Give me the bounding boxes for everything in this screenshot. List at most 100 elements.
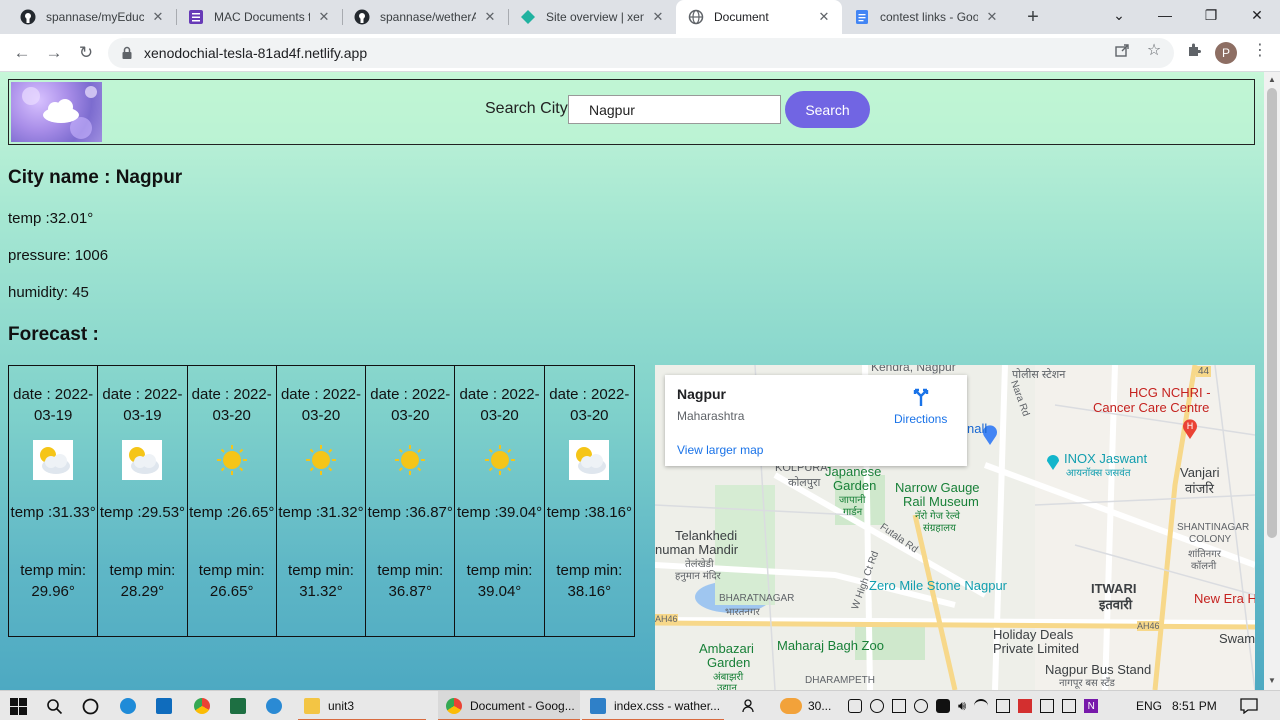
- forecast-date: date : 2022-03-20: [280, 386, 362, 424]
- share-icon[interactable]: [1110, 38, 1134, 62]
- weather-widget[interactable]: 30...: [780, 691, 831, 720]
- page-scrollbar[interactable]: ▲ ▼: [1264, 72, 1280, 690]
- map-label: Cancer Care Centre: [1093, 400, 1210, 415]
- taskbar-item-vscode[interactable]: index.css - wather...: [582, 691, 724, 720]
- forecast-temp: temp :36.87°: [367, 504, 453, 521]
- tab-search-chevron-icon[interactable]: ⌄: [1096, 0, 1142, 30]
- scrollbar-thumb[interactable]: [1267, 88, 1277, 538]
- close-icon[interactable]: ✕: [984, 9, 1000, 25]
- tray-icon[interactable]: [1040, 699, 1055, 713]
- people-icon[interactable]: [742, 691, 758, 720]
- forecast-card: date : 2022-03-20 temp :39.04° temp min:…: [455, 366, 545, 636]
- wifi-icon[interactable]: [974, 699, 989, 713]
- tab-title: spannase/wetherAp: [380, 10, 476, 24]
- scroll-down-arrow-icon[interactable]: ▼: [1268, 676, 1276, 685]
- close-icon[interactable]: ✕: [816, 9, 832, 25]
- speaker-icon[interactable]: 🔊︎: [958, 698, 966, 714]
- system-tray-icons[interactable]: 🔊︎ N: [848, 691, 1106, 720]
- tray-icon[interactable]: [1062, 699, 1077, 713]
- onenote-icon[interactable]: N: [1084, 699, 1099, 713]
- clock-time[interactable]: 8:51 PM: [1172, 691, 1217, 720]
- minimize-button[interactable]: —: [1142, 0, 1188, 30]
- map-label: Ambazari: [699, 641, 754, 656]
- forecast-date: date : 2022-03-19: [13, 386, 94, 424]
- page-viewport: Search City Search City name : Nagpur te…: [0, 72, 1264, 690]
- view-larger-map-link[interactable]: View larger map: [677, 443, 763, 457]
- chrome-icon[interactable]: [194, 691, 218, 720]
- map-label: कॉलनी: [1191, 561, 1217, 572]
- sun-icon: [212, 440, 252, 480]
- directions-icon[interactable]: [911, 387, 931, 407]
- tab-github-wetherapp[interactable]: spannase/wetherAp ✕: [342, 0, 508, 34]
- tray-icon[interactable]: [996, 699, 1011, 713]
- forecast-heading: Forecast :: [8, 324, 99, 345]
- edge-browser-icon[interactable]: [120, 691, 144, 720]
- map-label: संग्रहालय: [923, 523, 956, 534]
- tray-icon[interactable]: [892, 699, 906, 713]
- weather-logo-image: [11, 82, 102, 142]
- map-label: Vanjari: [1180, 465, 1220, 480]
- forecast-card: date : 2022-03-20 temp :36.87° temp min:…: [366, 366, 456, 636]
- windows-start-icon[interactable]: [10, 691, 27, 720]
- map-label: इतवारी: [1099, 597, 1133, 612]
- close-window-button[interactable]: ✕: [1234, 0, 1280, 30]
- notification-icon[interactable]: [1240, 691, 1258, 720]
- profile-avatar[interactable]: P: [1215, 42, 1237, 64]
- forward-arrow-icon[interactable]: →: [42, 41, 66, 65]
- directions-link[interactable]: Directions: [894, 412, 947, 426]
- tab-site-overview[interactable]: Site overview | xenc ✕: [508, 0, 676, 34]
- taskbar-item-label: unit3: [328, 699, 355, 713]
- map-label: BHARATNAGAR: [719, 593, 795, 604]
- close-icon[interactable]: ✕: [316, 9, 332, 25]
- netlify-icon: [520, 9, 536, 25]
- globe-icon: [688, 9, 704, 25]
- extensions-puzzle-icon[interactable]: [1182, 38, 1206, 62]
- scroll-up-arrow-icon[interactable]: ▲: [1268, 75, 1276, 84]
- tray-icon[interactable]: [936, 699, 950, 713]
- map-label: Garden: [707, 655, 751, 670]
- tab-mac-documents[interactable]: MAC Documents fo ✕: [176, 0, 342, 34]
- tab-title: contest links - Goo: [880, 10, 978, 24]
- docs-icon: [854, 9, 870, 25]
- map-label: New Era H: [1194, 591, 1255, 606]
- back-arrow-icon[interactable]: ←: [10, 41, 34, 65]
- task-view-icon[interactable]: [82, 691, 99, 720]
- search-button[interactable]: Search: [785, 91, 870, 128]
- embedded-map[interactable]: Kendra, Nagpur पोलीस स्टेशन 44 HCG NCHRI…: [655, 365, 1255, 690]
- kebab-menu-icon[interactable]: ⋮: [1248, 38, 1272, 62]
- tab-title: Site overview | xenc: [546, 10, 644, 24]
- map-label: Maharaj Bagh Zoo: [777, 638, 884, 653]
- taskbar-item-label: index.css - wather...: [614, 699, 721, 713]
- map-label: Telankhedi: [675, 528, 738, 543]
- tray-icon[interactable]: [870, 699, 884, 713]
- search-icon[interactable]: [46, 691, 63, 720]
- new-tab-button[interactable]: +: [1022, 6, 1044, 28]
- address-bar[interactable]: xenodochial-tesla-81ad4f.netlify.app: [108, 38, 1174, 68]
- mail-icon[interactable]: [156, 691, 180, 720]
- tab-document-active[interactable]: Document ✕: [676, 0, 842, 34]
- close-icon[interactable]: ✕: [150, 9, 166, 25]
- taskbar-item-document[interactable]: Document - Goog...: [438, 691, 580, 720]
- tray-icon[interactable]: [914, 699, 928, 713]
- taskbar-item-unit3[interactable]: unit3: [298, 691, 426, 720]
- search-city-input[interactable]: [568, 95, 781, 124]
- current-temp: temp :32.01°: [8, 210, 94, 227]
- ie-icon[interactable]: [266, 691, 290, 720]
- map-label: Rail Museum: [903, 494, 979, 509]
- bookmark-star-icon[interactable]: ☆: [1142, 38, 1166, 62]
- language-indicator[interactable]: ENG: [1136, 691, 1162, 720]
- weather-temp: 30...: [808, 699, 832, 713]
- tab-github-myeduca[interactable]: spannase/myEduca ✕: [8, 0, 176, 34]
- forecast-date: date : 2022-03-20: [549, 386, 630, 424]
- restore-button[interactable]: ❐: [1188, 0, 1234, 30]
- tab-contest-links[interactable]: contest links - Goo ✕: [842, 0, 1010, 34]
- excel-icon[interactable]: [230, 691, 254, 720]
- map-label: Narrow Gauge: [895, 480, 980, 495]
- highway-ah46-shield: AH46: [1137, 621, 1160, 631]
- reload-icon[interactable]: ↻: [74, 41, 98, 65]
- tray-icon[interactable]: [848, 699, 862, 713]
- close-icon[interactable]: ✕: [482, 9, 498, 25]
- forecast-temp-min: temp min: 39.04°: [466, 562, 533, 600]
- tray-red-icon[interactable]: [1018, 699, 1033, 713]
- close-icon[interactable]: ✕: [650, 9, 666, 25]
